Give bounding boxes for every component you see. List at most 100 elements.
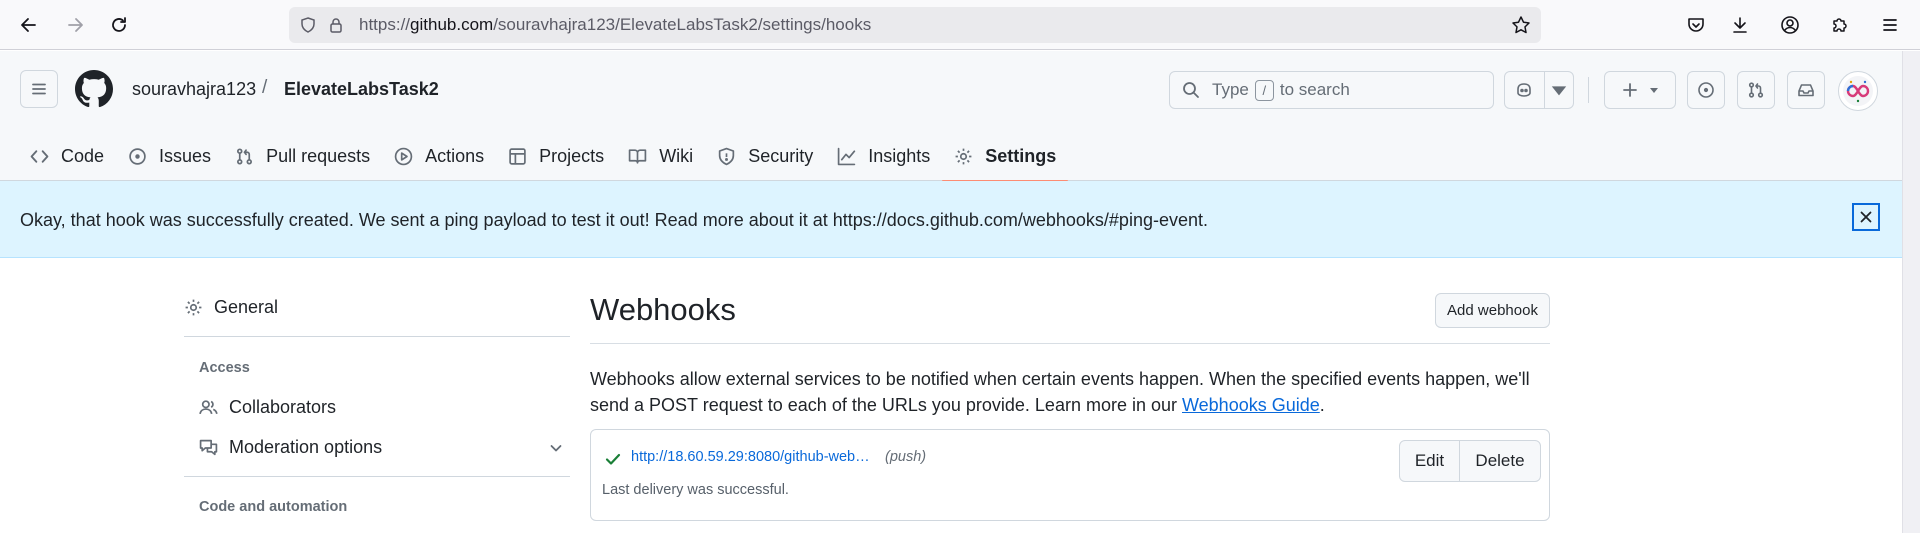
copilot-icon [1505, 81, 1544, 99]
header-divider [1588, 77, 1589, 103]
repo-name-link[interactable]: ElevateLabsTask2 [284, 79, 439, 100]
tab-label: Actions [425, 145, 485, 166]
webhook-events: (push) [885, 449, 927, 465]
tab-label: Code [61, 145, 105, 166]
account-icon [1781, 16, 1799, 34]
flash-message: Okay, that hook was successfully created… [20, 210, 1208, 230]
search-placeholder-suffix: to search [1279, 80, 1350, 99]
sidebar-item-general[interactable]: General [184, 297, 278, 318]
repo-owner-link[interactable]: souravhajra123 [132, 79, 256, 100]
url-path: /souravhajra123/ElevateLabsTask2/setting… [493, 15, 872, 34]
pull-request-icon [237, 147, 253, 165]
webhook-delivery-status: Last delivery was successful. [602, 482, 789, 498]
shield-icon[interactable] [299, 16, 317, 34]
webhooks-guide-link[interactable]: Webhooks Guide [1182, 395, 1320, 415]
pull-request-icon [1748, 82, 1764, 98]
chevron-down-icon [550, 444, 562, 451]
puzzle-icon [1833, 18, 1847, 32]
global-nav-menu-button[interactable] [20, 70, 58, 108]
page-title: Webhooks [590, 292, 736, 327]
tab-security[interactable]: Security [705, 131, 825, 181]
sidebar-heading-code-automation: Code and automation [199, 499, 348, 515]
delete-webhook-button[interactable]: Delete [1460, 441, 1540, 481]
webhook-list-item: http://18.60.59.29:8080/github-web… (pus… [590, 429, 1550, 521]
avatar-infinity-icon [1843, 76, 1873, 106]
webhook-actions: Edit Delete [1399, 440, 1541, 482]
bookmark-star-icon[interactable] [1511, 15, 1531, 35]
issues-button[interactable] [1687, 71, 1725, 109]
forward-button[interactable] [59, 9, 91, 41]
url-text[interactable]: https://github.com/souravhajra123/Elevat… [359, 15, 871, 35]
reload-button[interactable] [103, 9, 135, 41]
tab-issues[interactable]: Issues [116, 131, 223, 181]
lock-icon[interactable] [327, 16, 345, 34]
browser-extension-tools [1680, 9, 1920, 41]
create-new-button[interactable] [1604, 71, 1676, 109]
gear-icon [185, 299, 202, 316]
tab-label: Issues [159, 145, 212, 166]
inbox-icon [1798, 84, 1814, 97]
pocket-button[interactable] [1680, 9, 1712, 41]
tab-insights[interactable]: Insights [825, 131, 942, 181]
downloads-button[interactable] [1724, 9, 1756, 41]
sidebar-item-label: Moderation options [229, 437, 383, 457]
add-webhook-button[interactable]: Add webhook [1435, 293, 1550, 328]
inbox-button[interactable] [1787, 71, 1825, 109]
description-text: Webhooks allow external services to be n… [590, 369, 1530, 415]
triangle-down-icon [1650, 88, 1658, 93]
address-bar[interactable]: https://github.com/souravhajra123/Elevat… [289, 7, 1541, 43]
search-shortcut-key: / [1254, 79, 1274, 101]
triangle-down-icon[interactable] [1545, 81, 1573, 99]
tab-code[interactable]: Code [18, 131, 116, 181]
download-icon [1733, 17, 1747, 33]
pull-requests-button[interactable] [1737, 71, 1775, 109]
close-icon [1860, 211, 1872, 223]
description-end: . [1319, 395, 1325, 415]
pocket-icon [1688, 18, 1704, 32]
page-scrollbar[interactable] [1902, 51, 1920, 533]
webhook-url-link[interactable]: http://18.60.59.29:8080/github-web… [631, 449, 870, 465]
arrow-right-icon [68, 18, 83, 32]
tab-label: Settings [985, 145, 1057, 166]
back-button[interactable] [13, 9, 45, 41]
title-divider [590, 343, 1550, 344]
comment-discussion-icon [199, 439, 218, 456]
tab-settings[interactable]: Settings [942, 131, 1069, 182]
github-logo-icon[interactable] [75, 70, 113, 108]
play-icon [394, 147, 413, 165]
graph-icon [837, 147, 856, 165]
sidebar-item-label: General [214, 297, 279, 317]
avatar[interactable] [1838, 71, 1878, 111]
tab-label: Projects [539, 145, 605, 166]
plus-icon [1623, 83, 1637, 97]
extensions-button[interactable] [1824, 9, 1856, 41]
account-button[interactable] [1774, 9, 1806, 41]
copilot-button[interactable] [1504, 71, 1574, 109]
browser-toolbar: https://github.com/souravhajra123/Elevat… [0, 0, 1920, 50]
reload-icon [112, 17, 126, 32]
tab-label: Pull requests [266, 145, 371, 166]
tab-projects[interactable]: Projects [496, 131, 616, 181]
search-placeholder-prefix: Type [1212, 80, 1249, 99]
edit-webhook-button[interactable]: Edit [1400, 441, 1460, 481]
tab-wiki[interactable]: Wiki [616, 131, 705, 181]
tab-actions[interactable]: Actions [382, 131, 496, 181]
issue-opened-icon [1698, 82, 1714, 98]
menu-button[interactable] [1874, 9, 1906, 41]
issue-icon [129, 147, 146, 165]
tab-pull-requests[interactable]: Pull requests [223, 131, 382, 181]
webhooks-description: Webhooks allow external services to be n… [590, 366, 1550, 418]
search-input[interactable]: Type / to search [1169, 71, 1494, 109]
tab-label: Insights [868, 145, 931, 166]
sidebar-item-label: Collaborators [229, 397, 337, 417]
people-icon [199, 400, 218, 415]
sidebar-item-collaborators[interactable]: Collaborators [199, 397, 336, 418]
sidebar-heading-access: Access [199, 360, 250, 376]
sidebar-item-moderation[interactable]: Moderation options [199, 437, 570, 458]
tab-label: Security [748, 145, 814, 166]
code-icon [30, 149, 49, 163]
flash-dismiss-button[interactable] [1852, 203, 1880, 231]
table-icon [509, 147, 526, 165]
hamburger-icon [32, 83, 46, 95]
url-host: github.com [410, 15, 494, 34]
